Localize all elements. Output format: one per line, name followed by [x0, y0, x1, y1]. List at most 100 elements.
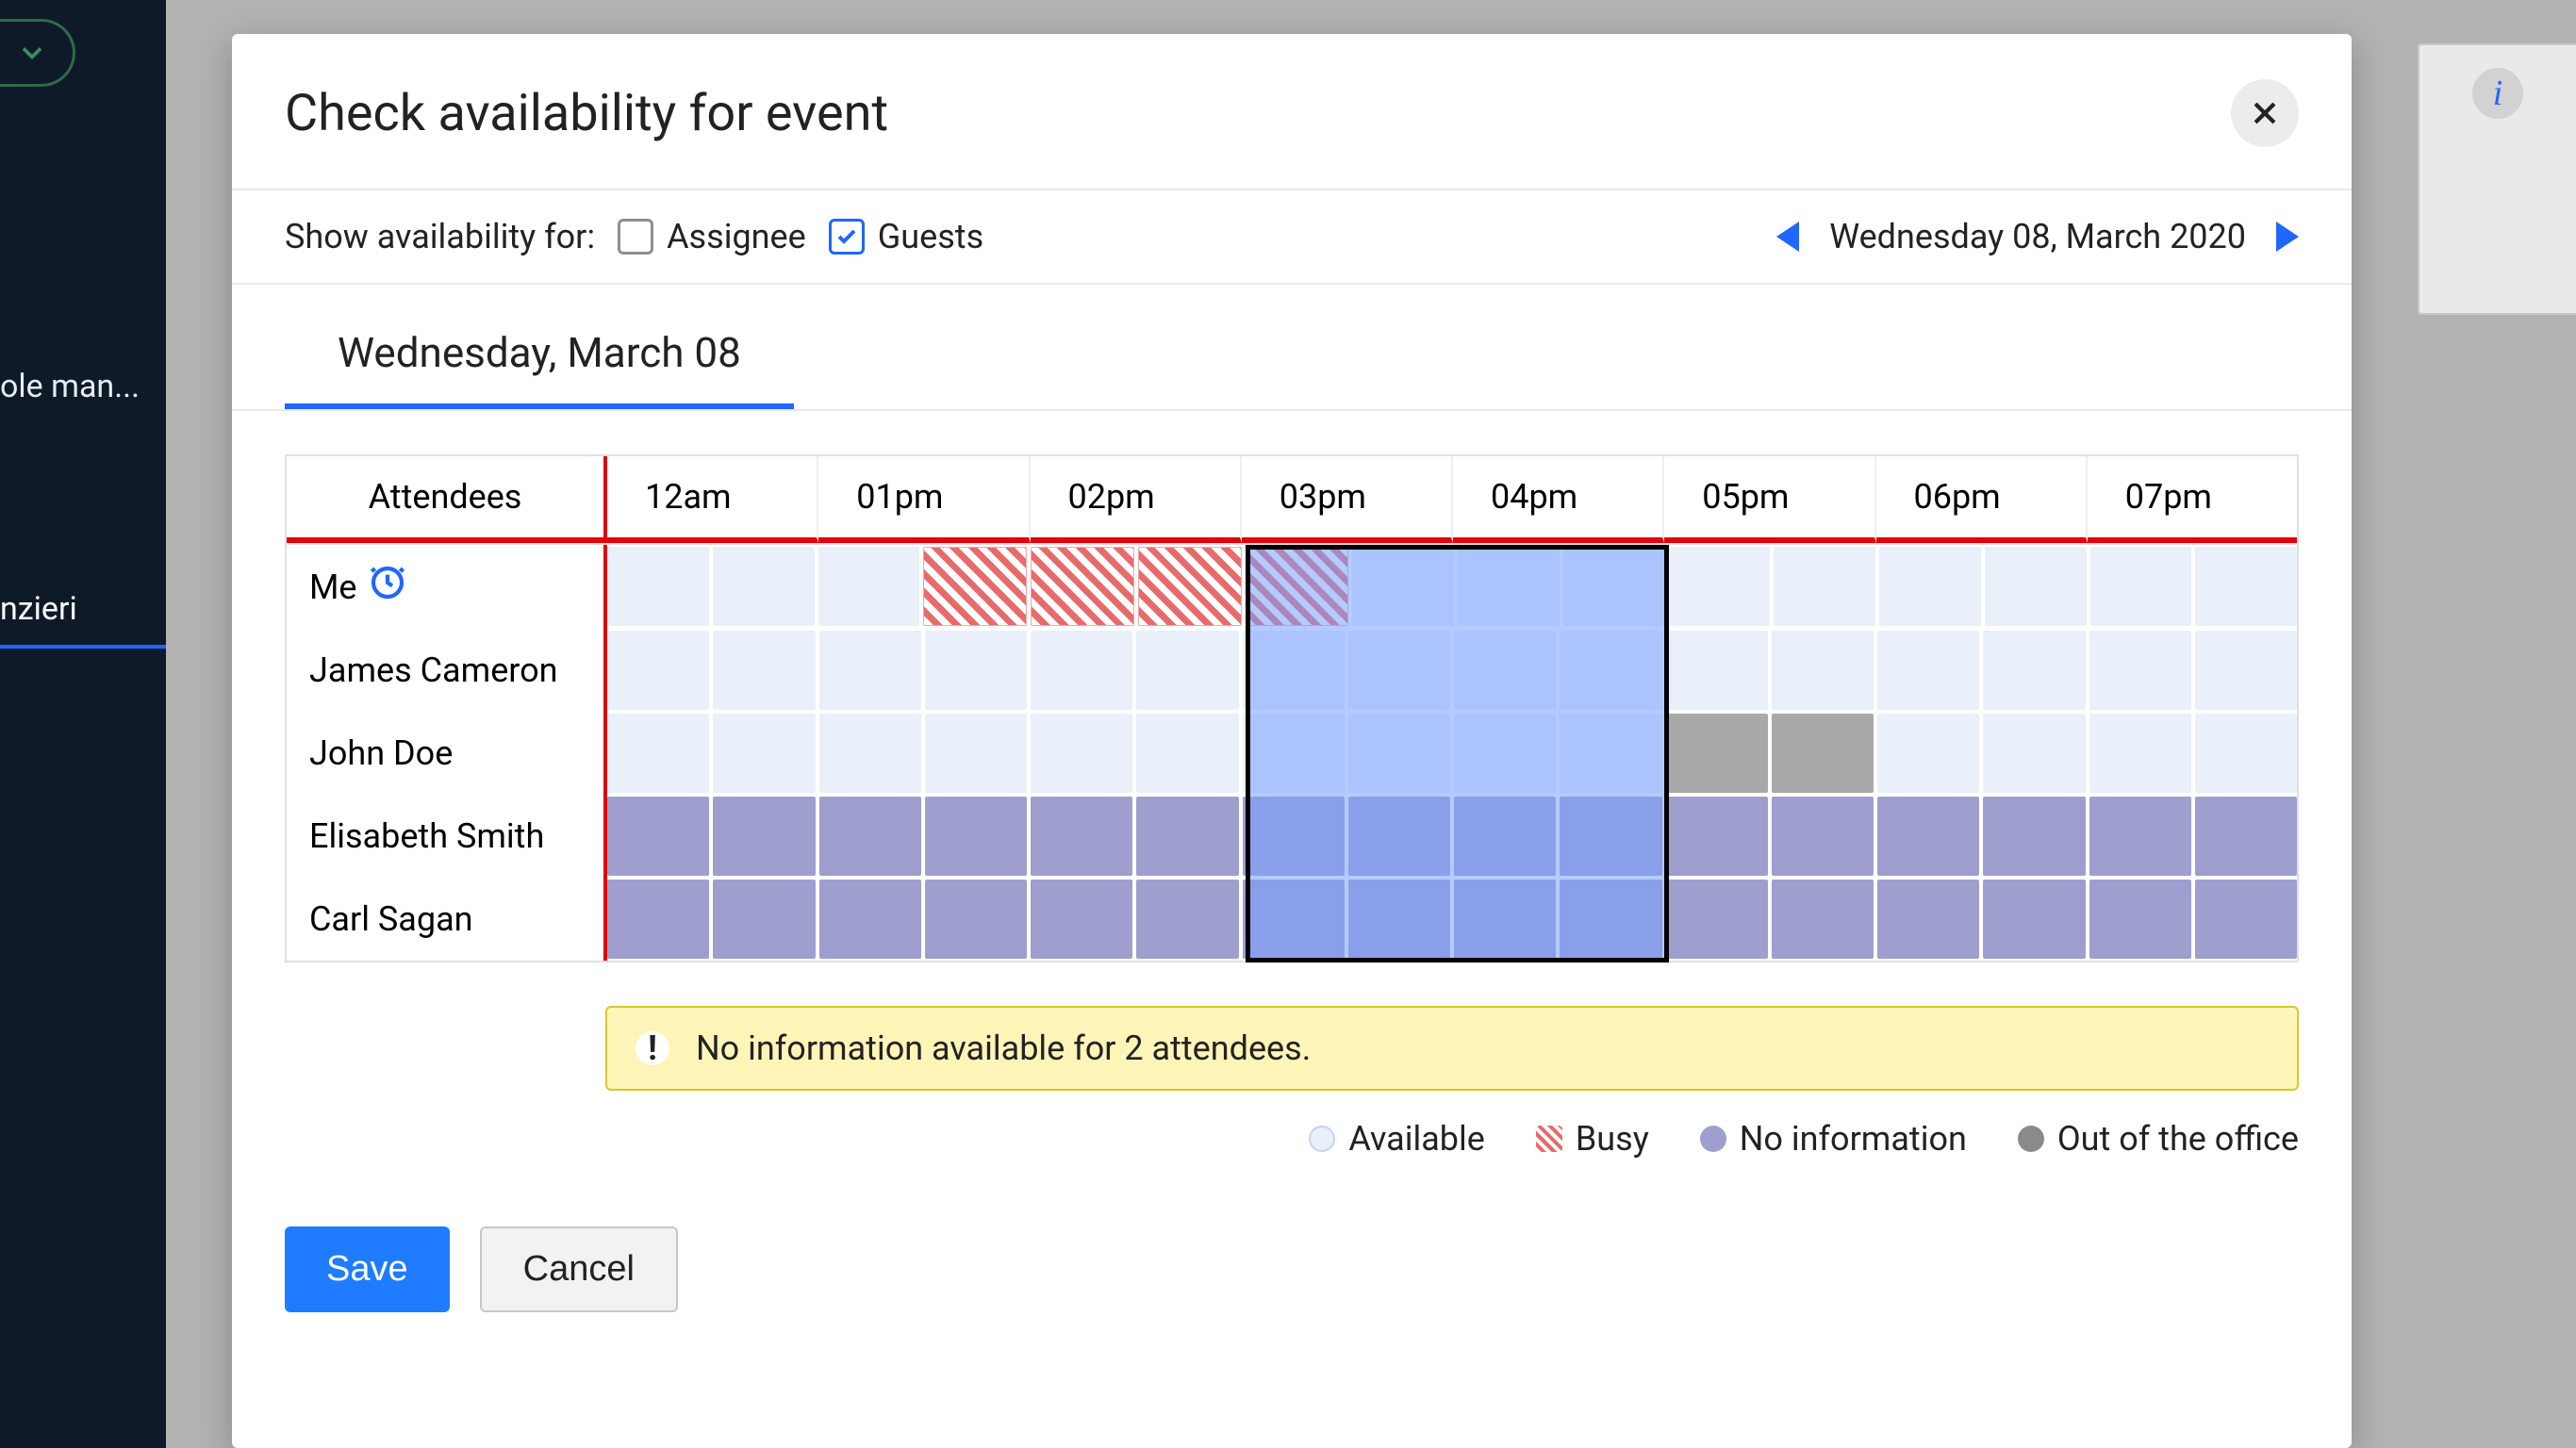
- time-slot[interactable]: [1348, 714, 1450, 793]
- time-slot[interactable]: [1348, 797, 1450, 876]
- time-slot[interactable]: [1772, 880, 1874, 959]
- time-slot[interactable]: [2195, 547, 2297, 626]
- time-slot[interactable]: [1031, 631, 1132, 710]
- time-slot[interactable]: [1983, 797, 2085, 876]
- time-slot[interactable]: [2195, 631, 2297, 710]
- time-slot[interactable]: [1983, 880, 2085, 959]
- time-slot[interactable]: [819, 714, 921, 793]
- time-slot[interactable]: [925, 631, 1027, 710]
- time-slot[interactable]: [1136, 880, 1238, 959]
- time-slot[interactable]: [2195, 797, 2297, 876]
- time-slot[interactable]: [1348, 631, 1450, 710]
- time-slot[interactable]: [1983, 631, 2085, 710]
- time-slot[interactable]: [1772, 797, 1874, 876]
- time-slot[interactable]: [2089, 880, 2191, 959]
- time-slot[interactable]: [1243, 714, 1345, 793]
- time-slot[interactable]: [1458, 547, 1560, 626]
- time-slot[interactable]: [1666, 714, 1768, 793]
- calendar-body[interactable]: MeJames CameronJohn DoeElisabeth SmithCa…: [285, 545, 2299, 963]
- time-slot[interactable]: [1352, 547, 1454, 626]
- time-slot[interactable]: [713, 880, 815, 959]
- time-slot[interactable]: [1666, 880, 1768, 959]
- available-swatch: [1309, 1126, 1335, 1152]
- time-slot[interactable]: [1246, 547, 1349, 626]
- time-slot[interactable]: [1877, 714, 1979, 793]
- time-slot[interactable]: [1666, 631, 1768, 710]
- time-slot[interactable]: [2089, 797, 2191, 876]
- time-slot[interactable]: [2089, 631, 2191, 710]
- time-slot[interactable]: [1774, 547, 1875, 626]
- time-slot[interactable]: [1454, 714, 1556, 793]
- time-slot[interactable]: [925, 714, 1027, 793]
- sidebar-item-2[interactable]: nzieri: [0, 573, 166, 649]
- time-slot[interactable]: [1136, 797, 1238, 876]
- time-slot[interactable]: [607, 880, 709, 959]
- close-icon: [2249, 97, 2281, 129]
- time-slot[interactable]: [713, 547, 815, 626]
- guests-checkbox[interactable]: [829, 219, 865, 255]
- time-slot[interactable]: [713, 714, 815, 793]
- time-slot[interactable]: [1560, 797, 1661, 876]
- sidebar-item-1[interactable]: ole man...: [0, 351, 166, 422]
- time-slot[interactable]: [1877, 631, 1979, 710]
- slot-row[interactable]: [607, 712, 2297, 795]
- time-slot[interactable]: [819, 631, 921, 710]
- time-slot[interactable]: [1877, 797, 1979, 876]
- slot-row[interactable]: [607, 878, 2297, 961]
- time-slot[interactable]: [713, 631, 815, 710]
- time-slot[interactable]: [713, 797, 815, 876]
- time-slot[interactable]: [1560, 880, 1661, 959]
- time-slot[interactable]: [1985, 547, 2087, 626]
- time-slot[interactable]: [925, 880, 1027, 959]
- save-button[interactable]: Save: [285, 1226, 450, 1312]
- cancel-button[interactable]: Cancel: [480, 1226, 678, 1312]
- time-slot[interactable]: [819, 797, 921, 876]
- time-slot[interactable]: [1243, 797, 1345, 876]
- time-slot[interactable]: [1560, 714, 1661, 793]
- sidebar-dropdown-toggle[interactable]: [0, 19, 75, 87]
- time-slot[interactable]: [1772, 714, 1874, 793]
- time-slot[interactable]: [1243, 880, 1345, 959]
- time-slot[interactable]: [1666, 797, 1768, 876]
- time-slot[interactable]: [925, 797, 1027, 876]
- time-slot[interactable]: [1136, 631, 1238, 710]
- time-slot[interactable]: [607, 547, 709, 626]
- day-tab-active[interactable]: Wednesday, March 08: [285, 307, 794, 409]
- time-slot[interactable]: [2195, 714, 2297, 793]
- time-slot[interactable]: [1772, 631, 1874, 710]
- time-slot[interactable]: [1877, 880, 1979, 959]
- assignee-checkbox[interactable]: [618, 219, 653, 255]
- time-slot[interactable]: [607, 631, 709, 710]
- time-slot[interactable]: [819, 880, 921, 959]
- close-button[interactable]: [2231, 79, 2299, 147]
- time-slot[interactable]: [1348, 880, 1450, 959]
- time-slot[interactable]: [1454, 880, 1556, 959]
- time-slot[interactable]: [1138, 547, 1242, 626]
- slot-row[interactable]: [607, 545, 2297, 629]
- date-next-button[interactable]: [2276, 222, 2299, 252]
- time-slot[interactable]: [2195, 880, 2297, 959]
- slot-row[interactable]: [607, 795, 2297, 878]
- time-slot[interactable]: [1983, 714, 2085, 793]
- time-slot[interactable]: [1031, 714, 1132, 793]
- time-slot[interactable]: [2089, 714, 2191, 793]
- time-slot[interactable]: [1136, 714, 1238, 793]
- time-slot[interactable]: [1454, 631, 1556, 710]
- time-slot[interactable]: [1560, 631, 1661, 710]
- time-slot[interactable]: [1031, 797, 1132, 876]
- time-slot[interactable]: [607, 714, 709, 793]
- working-hours-icon[interactable]: [369, 564, 406, 610]
- time-slot[interactable]: [818, 547, 920, 626]
- time-slot[interactable]: [2090, 547, 2192, 626]
- time-slot[interactable]: [1879, 547, 1981, 626]
- time-slot[interactable]: [607, 797, 709, 876]
- time-slot[interactable]: [1669, 547, 1771, 626]
- time-slot[interactable]: [1454, 797, 1556, 876]
- time-slot[interactable]: [1563, 547, 1665, 626]
- date-prev-button[interactable]: [1776, 222, 1799, 252]
- time-slot[interactable]: [923, 547, 1027, 626]
- time-slot[interactable]: [1031, 547, 1134, 626]
- time-slot[interactable]: [1031, 880, 1132, 959]
- slot-row[interactable]: [607, 629, 2297, 712]
- time-slot[interactable]: [1243, 631, 1345, 710]
